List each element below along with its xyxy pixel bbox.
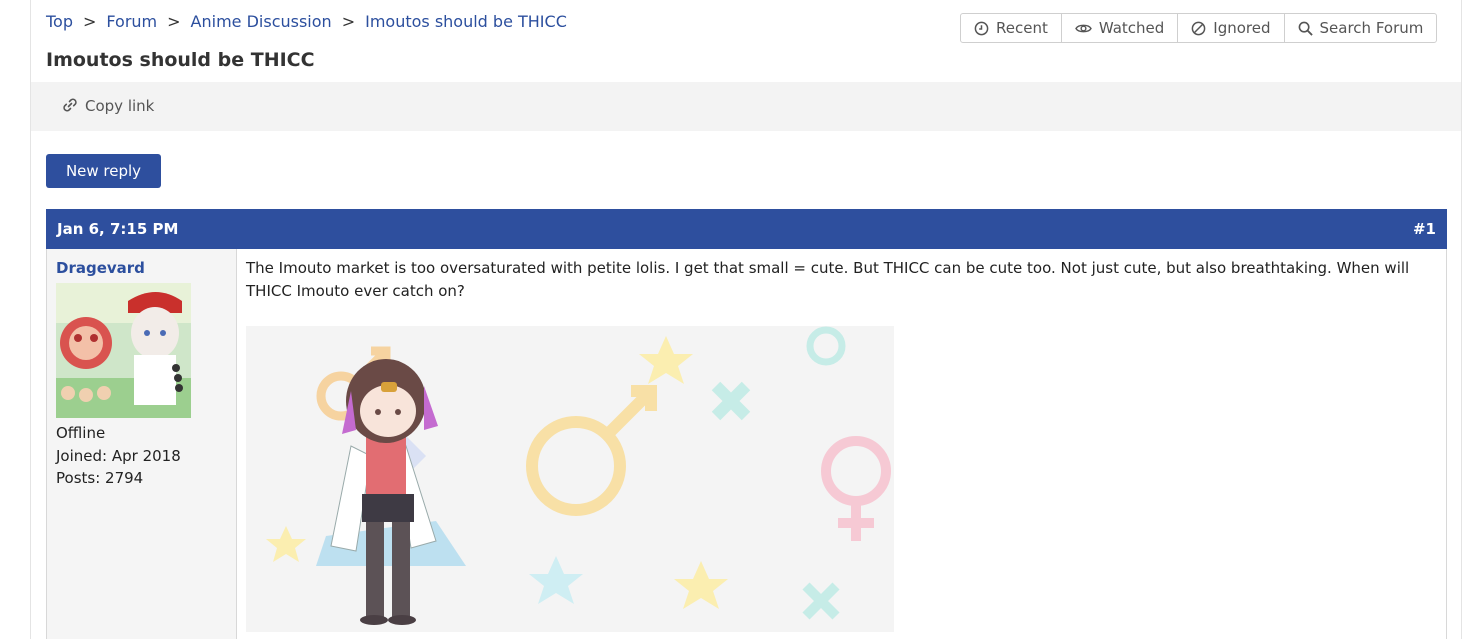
search-forum-button[interactable]: Search Forum: [1285, 14, 1437, 42]
post-content: The Imouto market is too oversaturated w…: [237, 249, 1446, 639]
new-reply-button[interactable]: New reply: [46, 154, 161, 188]
breadcrumb-thread[interactable]: Imoutos should be THICC: [365, 12, 567, 31]
breadcrumb-forum[interactable]: Forum: [106, 12, 157, 31]
post-header: Jan 6, 7:15 PM #1: [46, 209, 1447, 249]
thread-toolbar: Copy link: [31, 82, 1461, 131]
copy-link-button[interactable]: Copy link: [61, 96, 154, 116]
breadcrumb-top[interactable]: Top: [46, 12, 73, 31]
author-status: Offline: [56, 424, 106, 442]
link-icon: [61, 96, 79, 116]
breadcrumb-separator: >: [341, 12, 356, 31]
author-post-count: Posts: 2794: [56, 469, 144, 487]
page-container: Top > Forum > Anime Discussion > Imoutos shoul…: [30, 0, 1462, 639]
author-username[interactable]: Dragevard: [56, 259, 236, 277]
forum-nav-buttons: Recent Watched Ignored Search Forum: [960, 13, 1438, 43]
post-body: Dragevard Offline Joined: Apr 2018 Posts…: [46, 249, 1447, 639]
post-date: Jan 6, 7:15 PM: [57, 220, 179, 238]
recent-button[interactable]: Recent: [961, 14, 1062, 42]
search-icon: [1298, 21, 1313, 36]
thread-title: Imoutos should be THICC: [46, 49, 315, 71]
copy-link-label: Copy link: [85, 97, 155, 115]
post-text: The Imouto market is too oversaturated w…: [246, 259, 1410, 300]
breadcrumb-anime-discussion[interactable]: Anime Discussion: [191, 12, 332, 31]
author-meta: Offline Joined: Apr 2018 Posts: 2794: [56, 422, 236, 490]
search-forum-label: Search Forum: [1319, 19, 1424, 37]
watched-button[interactable]: Watched: [1062, 14, 1179, 42]
avatar[interactable]: [56, 283, 191, 418]
breadcrumb: Top > Forum > Anime Discussion > Imoutos shoul…: [46, 12, 567, 31]
watched-label: Watched: [1098, 19, 1165, 37]
eye-icon: [1075, 21, 1092, 36]
ignored-button[interactable]: Ignored: [1178, 14, 1285, 42]
breadcrumb-separator: >: [167, 12, 181, 31]
post-number[interactable]: #1: [1413, 220, 1436, 238]
author-joined: Joined: Apr 2018: [56, 446, 181, 465]
recent-label: Recent: [996, 19, 1048, 37]
post: Jan 6, 7:15 PM #1 Dragevard Offline Join…: [46, 209, 1447, 639]
clock-icon: [974, 21, 989, 36]
breadcrumb-separator: >: [83, 12, 97, 31]
post-image[interactable]: [246, 326, 894, 632]
ban-icon: [1191, 21, 1206, 36]
author-panel: Dragevard Offline Joined: Apr 2018 Posts…: [47, 249, 237, 639]
ignored-label: Ignored: [1213, 19, 1271, 37]
